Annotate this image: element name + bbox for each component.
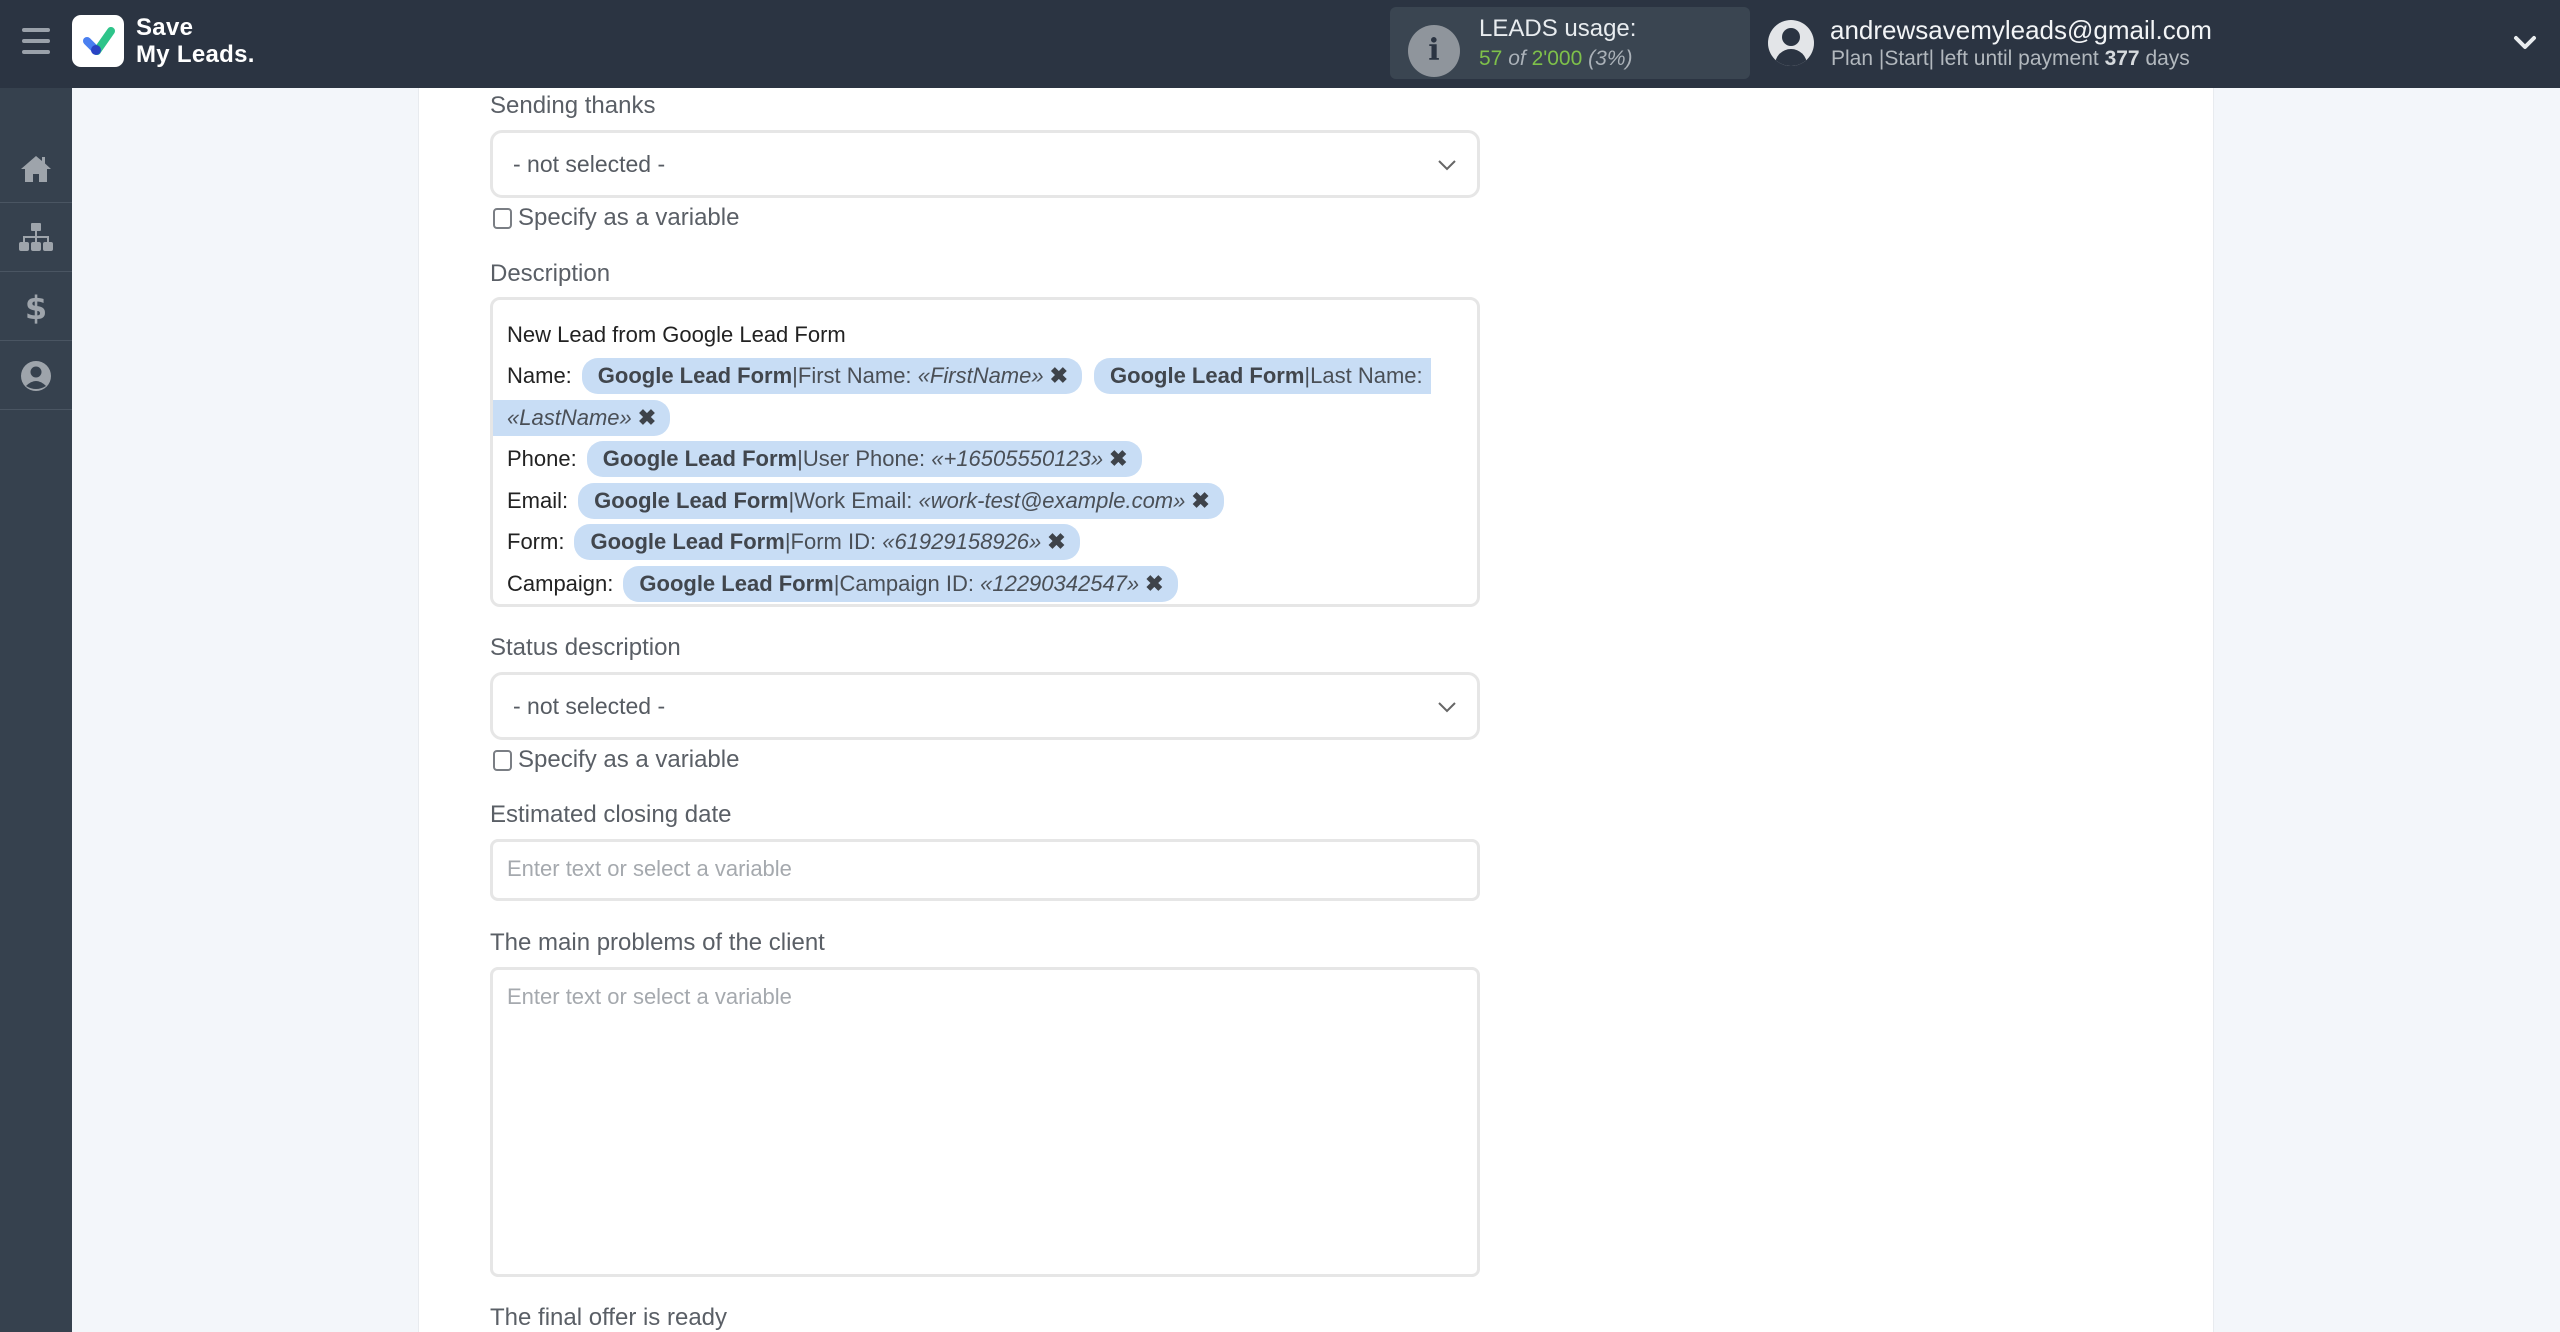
description-first-line: New Lead from Google Lead Form xyxy=(507,321,846,347)
description-line-form: Form: Google Lead Form | Form ID: «61929… xyxy=(507,522,1463,564)
chip-source: Google Lead Form xyxy=(602,446,798,472)
estimated-closing-date-label: Estimated closing date xyxy=(490,801,732,828)
status-description-label: Status description xyxy=(490,634,681,661)
chip-source: Google Lead Form xyxy=(1110,363,1305,389)
chip-field: First Name: xyxy=(797,363,912,389)
logo-line-2: My Leads. xyxy=(136,41,255,68)
sending-thanks-select[interactable]: - not selected - xyxy=(490,130,1480,198)
input-placeholder: Enter text or select a variable xyxy=(507,984,792,1009)
days-left: 377 xyxy=(2104,47,2140,70)
usage-stats: 57 of 2'000 (3%) xyxy=(1479,47,1632,71)
line-label: Form: xyxy=(507,529,565,555)
user-plan-info: Plan |Start| left until payment 377 days xyxy=(1831,47,2190,71)
description-label: Description xyxy=(490,260,611,287)
description-line-email: Email: Google Lead Form | Work Email: «w… xyxy=(507,480,1463,522)
chip-value: «LastName» xyxy=(507,404,632,430)
description-editor[interactable]: New Lead from Google Lead Form Name: Goo… xyxy=(490,297,1480,607)
checkbox-label: Specify as a variable xyxy=(518,204,740,231)
chip-value: «12290342547» xyxy=(980,570,1140,596)
dollar-icon: $ xyxy=(25,289,47,325)
chip-field: User Phone: xyxy=(802,446,926,472)
usage-title: LEADS usage: xyxy=(1479,15,1637,42)
sidebar: $ xyxy=(0,88,72,1332)
info-icon: i xyxy=(1408,25,1460,77)
sitemap-icon xyxy=(19,222,53,251)
sidebar-item-connections[interactable] xyxy=(0,204,72,272)
description-line-name-cont: «LastName» ✖ xyxy=(493,397,1463,439)
status-description-value: - not selected - xyxy=(513,693,666,719)
user-avatar-icon[interactable] xyxy=(1768,20,1814,66)
remove-chip-icon[interactable]: ✖ xyxy=(1145,571,1163,597)
menu-toggle-icon[interactable] xyxy=(22,28,50,54)
user-circle-icon xyxy=(21,360,51,391)
variable-chip[interactable]: Google Lead Form | Form ID: «61929158926… xyxy=(574,524,1080,561)
chip-value: «FirstName» xyxy=(917,363,1044,389)
main-problems-textarea[interactable]: Enter text or select a variable xyxy=(490,967,1480,1277)
usage-of: of xyxy=(1508,47,1526,70)
logo-line-1: Save xyxy=(136,14,194,41)
line-label: Name: xyxy=(507,363,572,389)
sending-thanks-value: - not selected - xyxy=(513,151,666,177)
remove-chip-icon[interactable]: ✖ xyxy=(1050,363,1068,389)
leads-usage-widget[interactable]: i LEADS usage: 57 of 2'000 (3%) xyxy=(1390,7,1750,79)
variable-chip-continued[interactable]: «LastName» ✖ xyxy=(493,399,671,436)
line-label: Phone: xyxy=(507,446,577,472)
chip-source: Google Lead Form xyxy=(590,529,785,555)
svg-text:$: $ xyxy=(25,289,47,325)
description-line-phone: Phone: Google Lead Form | User Phone: «+… xyxy=(507,439,1463,481)
account-dropdown-chevron-icon[interactable] xyxy=(2510,28,2540,58)
days-suffix: days xyxy=(2145,47,2190,70)
remove-chip-icon[interactable]: ✖ xyxy=(1109,446,1127,472)
home-icon xyxy=(21,155,51,182)
description-line-campaign: Campaign: Google Lead Form | Campaign ID… xyxy=(507,563,1463,605)
status-description-select[interactable]: - not selected - xyxy=(490,672,1480,740)
chip-source: Google Lead Form xyxy=(639,570,834,596)
line-label: Email: xyxy=(507,487,569,513)
logo-icon[interactable] xyxy=(72,15,124,67)
usage-used: 57 xyxy=(1479,47,1503,70)
remove-chip-icon[interactable]: ✖ xyxy=(638,405,656,431)
status-description-variable-checkbox[interactable]: Specify as a variable xyxy=(493,746,739,774)
chip-field: Work Email: xyxy=(794,487,913,513)
usage-percent: (3%) xyxy=(1588,47,1633,70)
chip-value: «work-test@example.com» xyxy=(918,487,1186,513)
variable-chip[interactable]: Google Lead Form | Campaign ID: «1229034… xyxy=(623,565,1178,602)
remove-chip-icon[interactable]: ✖ xyxy=(1047,529,1065,555)
main-problems-label: The main problems of the client xyxy=(490,929,825,956)
chip-source: Google Lead Form xyxy=(597,363,793,389)
chip-field: Form ID: xyxy=(790,529,877,555)
sidebar-item-billing[interactable]: $ xyxy=(0,273,72,341)
usage-limit: 2'000 xyxy=(1531,47,1583,70)
sidebar-item-account[interactable] xyxy=(0,342,72,410)
input-placeholder: Enter text or select a variable xyxy=(507,856,792,881)
chip-source: Google Lead Form xyxy=(594,487,789,513)
line-label: Campaign: xyxy=(507,570,614,596)
sidebar-item-home[interactable] xyxy=(0,135,72,203)
plan-text: Plan |Start| left until payment xyxy=(1831,47,2099,70)
user-email[interactable]: andrewsavemyleads@gmail.com xyxy=(1830,15,2212,46)
sending-thanks-label: Sending thanks xyxy=(490,92,656,119)
chip-field: Last Name: xyxy=(1310,363,1423,389)
checkbox[interactable] xyxy=(493,749,512,771)
chevron-down-icon xyxy=(1438,702,1456,713)
chip-value: «61929158926» xyxy=(882,529,1042,555)
variable-chip[interactable]: Google Lead Form | User Phone: «+1650555… xyxy=(586,441,1142,478)
variable-chip[interactable]: Google Lead Form | First Name: «FirstNam… xyxy=(581,358,1083,395)
variable-chip[interactable]: Google Lead Form | Last Name: xyxy=(1094,358,1431,395)
sending-thanks-variable-checkbox[interactable]: Specify as a variable xyxy=(493,204,739,232)
final-offer-label: The final offer is ready xyxy=(490,1304,728,1331)
chip-field: Campaign ID: xyxy=(839,570,974,596)
checkbox[interactable] xyxy=(493,207,512,229)
remove-chip-icon[interactable]: ✖ xyxy=(1191,488,1209,514)
estimated-closing-date-input[interactable]: Enter text or select a variable xyxy=(490,839,1480,901)
chevron-down-icon xyxy=(1438,160,1456,171)
chip-value: «+16505550123» xyxy=(931,446,1104,472)
logo-text[interactable]: Save My Leads. xyxy=(136,14,255,68)
description-line-name: Name: Google Lead Form | First Name: «Fi… xyxy=(507,356,1463,398)
top-bar: Save My Leads. i LEADS usage: 57 of 2'00… xyxy=(0,0,2560,88)
variable-chip[interactable]: Google Lead Form | Work Email: «work-tes… xyxy=(578,482,1224,519)
checkbox-label: Specify as a variable xyxy=(518,746,740,773)
